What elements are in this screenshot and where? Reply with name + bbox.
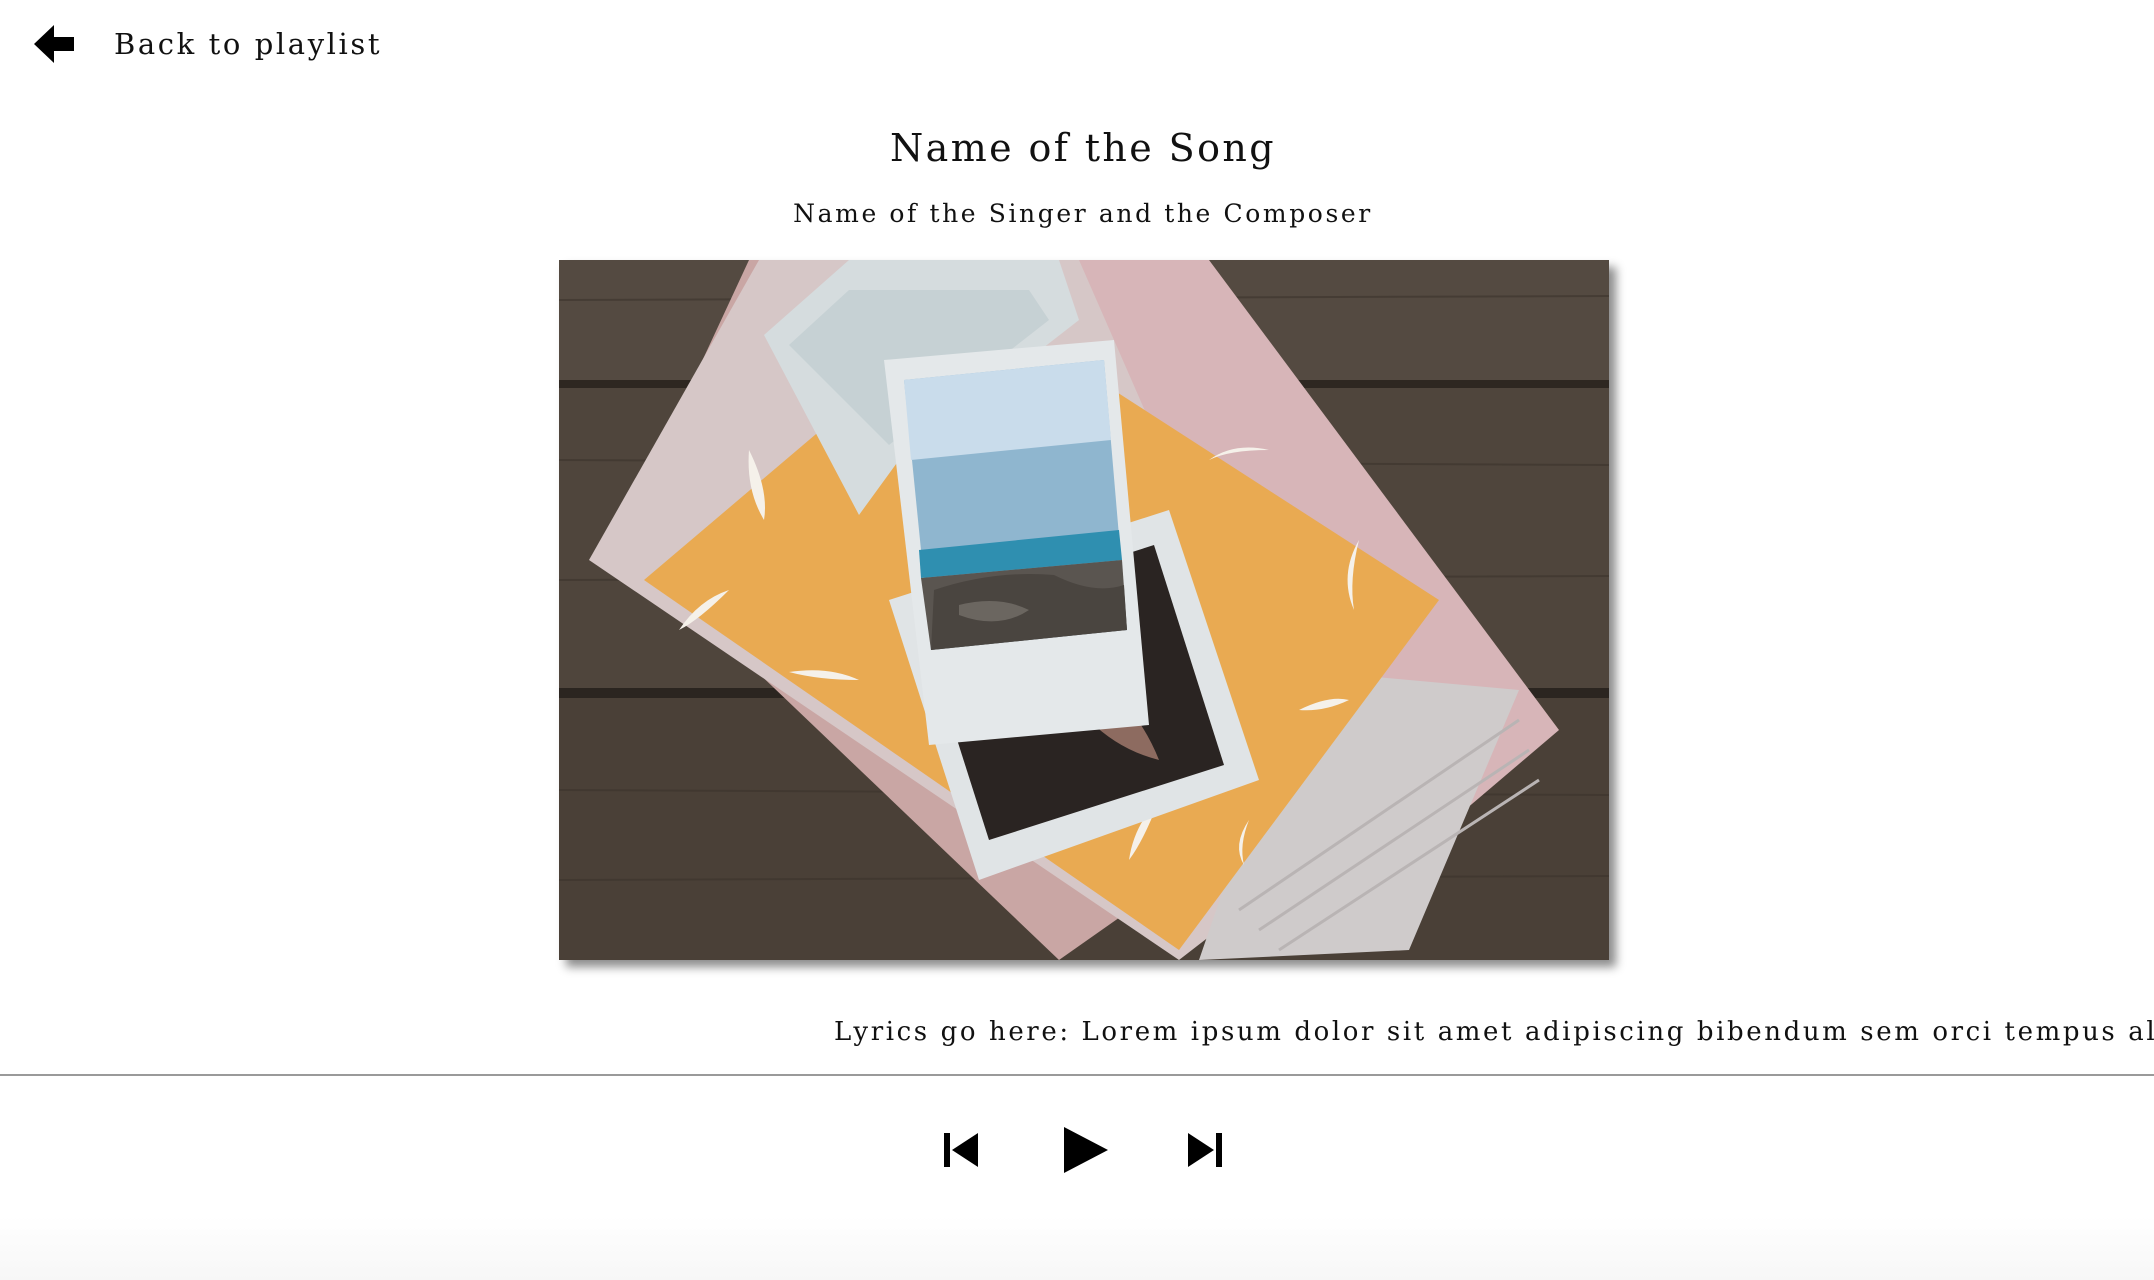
back-to-playlist-link[interactable]: Back to playlist — [34, 22, 382, 66]
song-title: Name of the Song — [890, 126, 1276, 170]
arrow-left-icon — [34, 22, 74, 66]
skip-next-icon[interactable] — [1184, 1130, 1222, 1170]
player-divider — [0, 1074, 2154, 1076]
album-art — [559, 260, 1609, 960]
song-artist: Name of the Singer and the Composer — [793, 199, 1373, 228]
play-icon[interactable] — [1062, 1125, 1110, 1175]
back-link-label: Back to playlist — [114, 27, 383, 61]
bottom-fade — [0, 1216, 2154, 1280]
player-controls — [0, 1120, 2154, 1180]
skip-previous-icon[interactable] — [944, 1130, 982, 1170]
lyrics-text: Lyrics go here: Lorem ipsum dolor sit am… — [834, 1017, 2154, 1047]
song-player-page: Back to playlist Name of the Song Name o… — [0, 0, 2154, 1280]
